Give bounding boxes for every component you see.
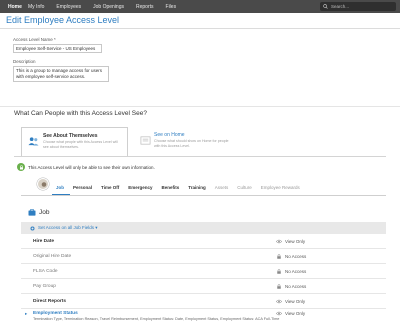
permission-label: View Only [285, 299, 306, 304]
field-name: Direct Reports [33, 299, 67, 304]
set-access-dropdown[interactable]: Set Access on all Job Fields ▾ [38, 225, 98, 231]
nav-my-info[interactable]: My Info [22, 4, 50, 10]
field-name: Hire Date [33, 239, 55, 244]
permission-label: No Access [285, 284, 307, 289]
eye-icon [276, 239, 282, 244]
table-row: FLSA Code No Access [21, 264, 386, 279]
nav-reports[interactable]: Reports [130, 4, 160, 10]
option-description: Choose what should show on Home for peop… [154, 139, 229, 148]
home-icon [140, 136, 151, 145]
nav-employees[interactable]: Employees [50, 4, 87, 10]
tab-assets[interactable]: Assets [215, 185, 229, 190]
job-section-header: Job [28, 209, 49, 216]
permission-label: No Access [285, 269, 307, 274]
nav-job-openings[interactable]: Job Openings [87, 4, 130, 10]
tab-emergency[interactable]: Emergency [128, 185, 152, 190]
nav-links: My Info Employees Job Openings Reports F… [22, 4, 182, 10]
nav-home-link[interactable]: Home [0, 4, 22, 10]
option-title: See on Home [154, 132, 185, 138]
notice-text: This Access Level will only be able to s… [28, 164, 155, 170]
profile-tabs: Job Personal Time Off Emergency Benefits… [56, 185, 309, 190]
tabs-divider [21, 195, 386, 196]
top-nav-bar: Home My Info Employees Job Openings Repo… [0, 0, 400, 13]
option-title: See About Themselves [43, 133, 98, 139]
table-row: Hire Date View Only [21, 234, 386, 249]
page-title: Edit Employee Access Level [6, 15, 120, 25]
section-divider [0, 106, 400, 107]
field-name: Pay Group [33, 284, 56, 289]
tab-culture[interactable]: Culture [237, 185, 252, 190]
field-name: Original Hire Date [33, 254, 72, 259]
description-field[interactable]: This is a group to manage access for use… [13, 66, 109, 82]
permission-selector[interactable]: No Access [276, 269, 306, 274]
permission-selector[interactable]: No Access [276, 284, 306, 289]
search-placeholder: Search... [331, 4, 350, 9]
avatar [37, 178, 49, 190]
eye-icon [276, 299, 282, 304]
permission-label: View Only [285, 239, 306, 244]
section-heading: What Can People with this Access Level S… [14, 110, 147, 117]
search-icon [323, 4, 328, 9]
tab-personal[interactable]: Personal [73, 185, 92, 190]
tab-job[interactable]: Job [56, 185, 64, 190]
option-description: Choose what people with this Access Leve… [43, 140, 118, 149]
people-icon [28, 137, 39, 146]
option-see-on-home[interactable]: See on Home Choose what should show on H… [136, 127, 236, 156]
table-row: Pay Group No Access [21, 279, 386, 294]
table-row: Original Hire Date No Access [21, 249, 386, 264]
chevron-right-icon[interactable]: ▸ [25, 311, 27, 317]
permission-selector[interactable]: View Only [276, 299, 305, 304]
permission-selector[interactable]: View Only [276, 311, 305, 316]
permission-selector[interactable]: No Access [276, 254, 306, 259]
lock-icon [277, 254, 281, 259]
tab-time-off[interactable]: Time Off [101, 185, 119, 190]
eye-icon [276, 311, 282, 316]
access-level-name-field[interactable]: Employee Self-Service - US Employees [13, 44, 102, 53]
lock-icon [277, 269, 281, 274]
title-divider [0, 28, 400, 29]
set-access-bar: Set Access on all Job Fields ▾ [21, 222, 386, 234]
lock-icon [17, 163, 25, 171]
gear-icon [30, 226, 35, 230]
employment-status-row[interactable]: ▸ Employment Status View Only Terminatio… [21, 306, 386, 330]
field-description: Termination Type, Termination Reason, Tr… [33, 317, 280, 321]
options-divider [14, 156, 386, 157]
tab-benefits[interactable]: Benefits [161, 185, 179, 190]
field-name: Employment Status [33, 311, 78, 316]
option-see-about-themselves[interactable]: See About Themselves Choose what people … [21, 127, 128, 156]
permission-label: No Access [285, 254, 307, 259]
job-section-title: Job [39, 209, 50, 216]
permission-label: View Only [285, 311, 306, 316]
briefcase-icon [28, 209, 36, 216]
description-label: Description [13, 59, 36, 64]
own-info-notice: This Access Level will only be able to s… [17, 163, 155, 171]
access-level-name-label: Access Level Name * [13, 37, 56, 42]
tab-employee-rewards[interactable]: Employee Rewards [261, 185, 300, 190]
lock-icon [277, 284, 281, 289]
permission-selector[interactable]: View Only [276, 239, 305, 244]
tab-training[interactable]: Training [188, 185, 206, 190]
nav-files[interactable]: Files [160, 4, 183, 10]
field-name: FLSA Code [33, 269, 58, 274]
search-input[interactable]: Search... [320, 2, 396, 11]
